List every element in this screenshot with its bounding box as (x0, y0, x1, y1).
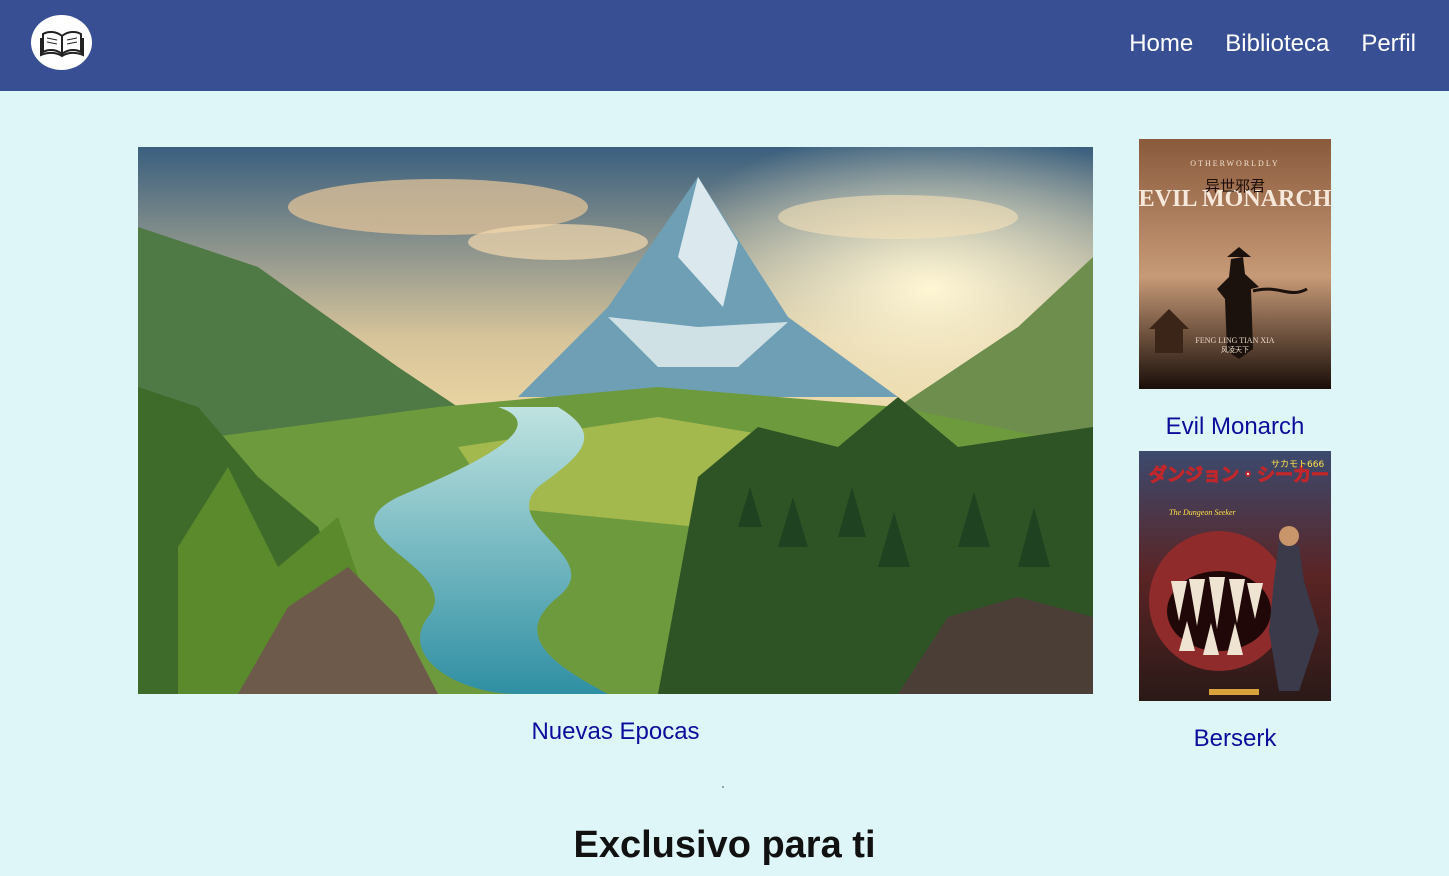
cover-text: OTHERWORLDLY (1190, 159, 1279, 168)
evil-monarch-title-link[interactable]: Evil Monarch (1139, 413, 1331, 441)
nav-link-biblioteca[interactable]: Biblioteca (1225, 28, 1329, 60)
section-heading: Exclusivo para ti (573, 824, 876, 866)
divider-dot (722, 786, 724, 788)
cover-text: The Dungeon Seeker (1169, 508, 1237, 517)
berserk-cover[interactable]: ダンジョン・シーカー サカモト666 The Dungeon Seeker (1139, 451, 1331, 701)
cover-text: FENG LING TIAN XIA (1195, 336, 1274, 345)
cover-text: サカモト666 (1271, 459, 1324, 470)
featured-cover-image[interactable] (138, 147, 1093, 694)
nav-links: Home Biblioteca Perfil (1097, 28, 1416, 60)
berserk-title-link[interactable]: Berserk (1139, 725, 1331, 753)
featured-title-link[interactable]: Nuevas Epocas (138, 718, 1093, 746)
nav-link-home[interactable]: Home (1129, 28, 1193, 60)
nav-link-perfil[interactable]: Perfil (1361, 28, 1416, 60)
cover-text: 异世邪君 (1205, 177, 1265, 195)
open-book-icon (39, 30, 84, 57)
cover-text: 风凌天下 (1221, 345, 1249, 354)
navbar: Home Biblioteca Perfil (0, 0, 1449, 91)
logo[interactable] (31, 15, 92, 70)
evil-monarch-cover[interactable]: OTHERWORLDLY EVIL MONARCH 异世邪君 FENG LING… (1139, 139, 1331, 389)
